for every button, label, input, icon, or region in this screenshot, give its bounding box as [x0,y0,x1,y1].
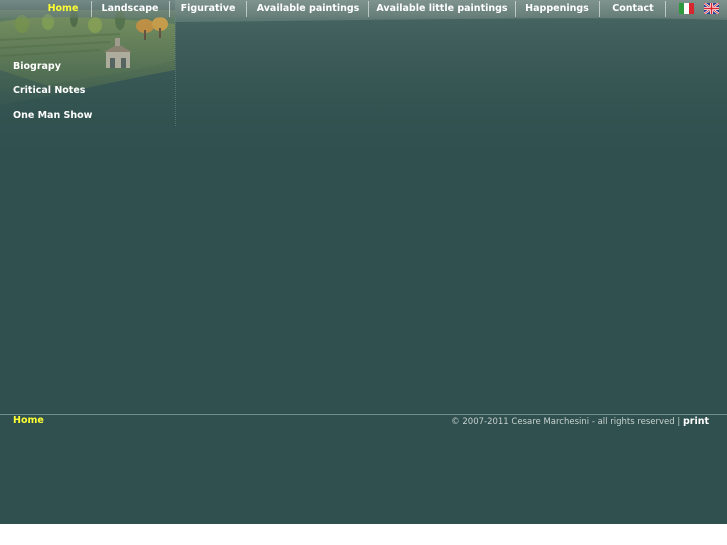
top-navigation: Home Landscape Figurative Available pain… [0,0,727,18]
nav-available-little-paintings[interactable]: Available little paintings [372,0,512,18]
nav-available-paintings[interactable]: Available paintings [252,0,364,18]
footer-breadcrumb-home[interactable]: Home [13,415,44,426]
nav-separator [246,1,247,17]
nav-happenings[interactable]: Happenings [521,0,593,18]
nav-separator [91,1,92,17]
page-background: Home Landscape Figurative Available pain… [0,0,727,524]
footer-divider [0,414,727,415]
nav-separator [515,1,516,17]
sidebar-item-one-man-show[interactable]: One Man Show [13,110,92,121]
nav-figurative[interactable]: Figurative [176,0,240,18]
nav-landscape[interactable]: Landscape [98,0,162,18]
nav-separator [169,1,170,17]
english-flag-icon[interactable] [704,3,719,14]
sidebar-item-biography[interactable]: Biograpy [13,61,61,72]
nav-separator [599,1,600,17]
italian-flag-icon[interactable] [679,3,694,14]
copyright-text: © 2007-2011 Cesare Marchesini - all righ… [451,417,681,427]
nav-contact[interactable]: Contact [606,0,660,18]
sidebar-item-critical-notes[interactable]: Critical Notes [13,85,85,96]
nav-separator [368,1,369,17]
nav-separator [665,1,666,17]
print-link[interactable]: print [683,416,709,427]
sidebar: Biograpy Critical Notes One Man Show [0,18,176,126]
nav-home[interactable]: Home [44,0,82,18]
footer-info: © 2007-2011 Cesare Marchesini - all righ… [451,416,709,427]
